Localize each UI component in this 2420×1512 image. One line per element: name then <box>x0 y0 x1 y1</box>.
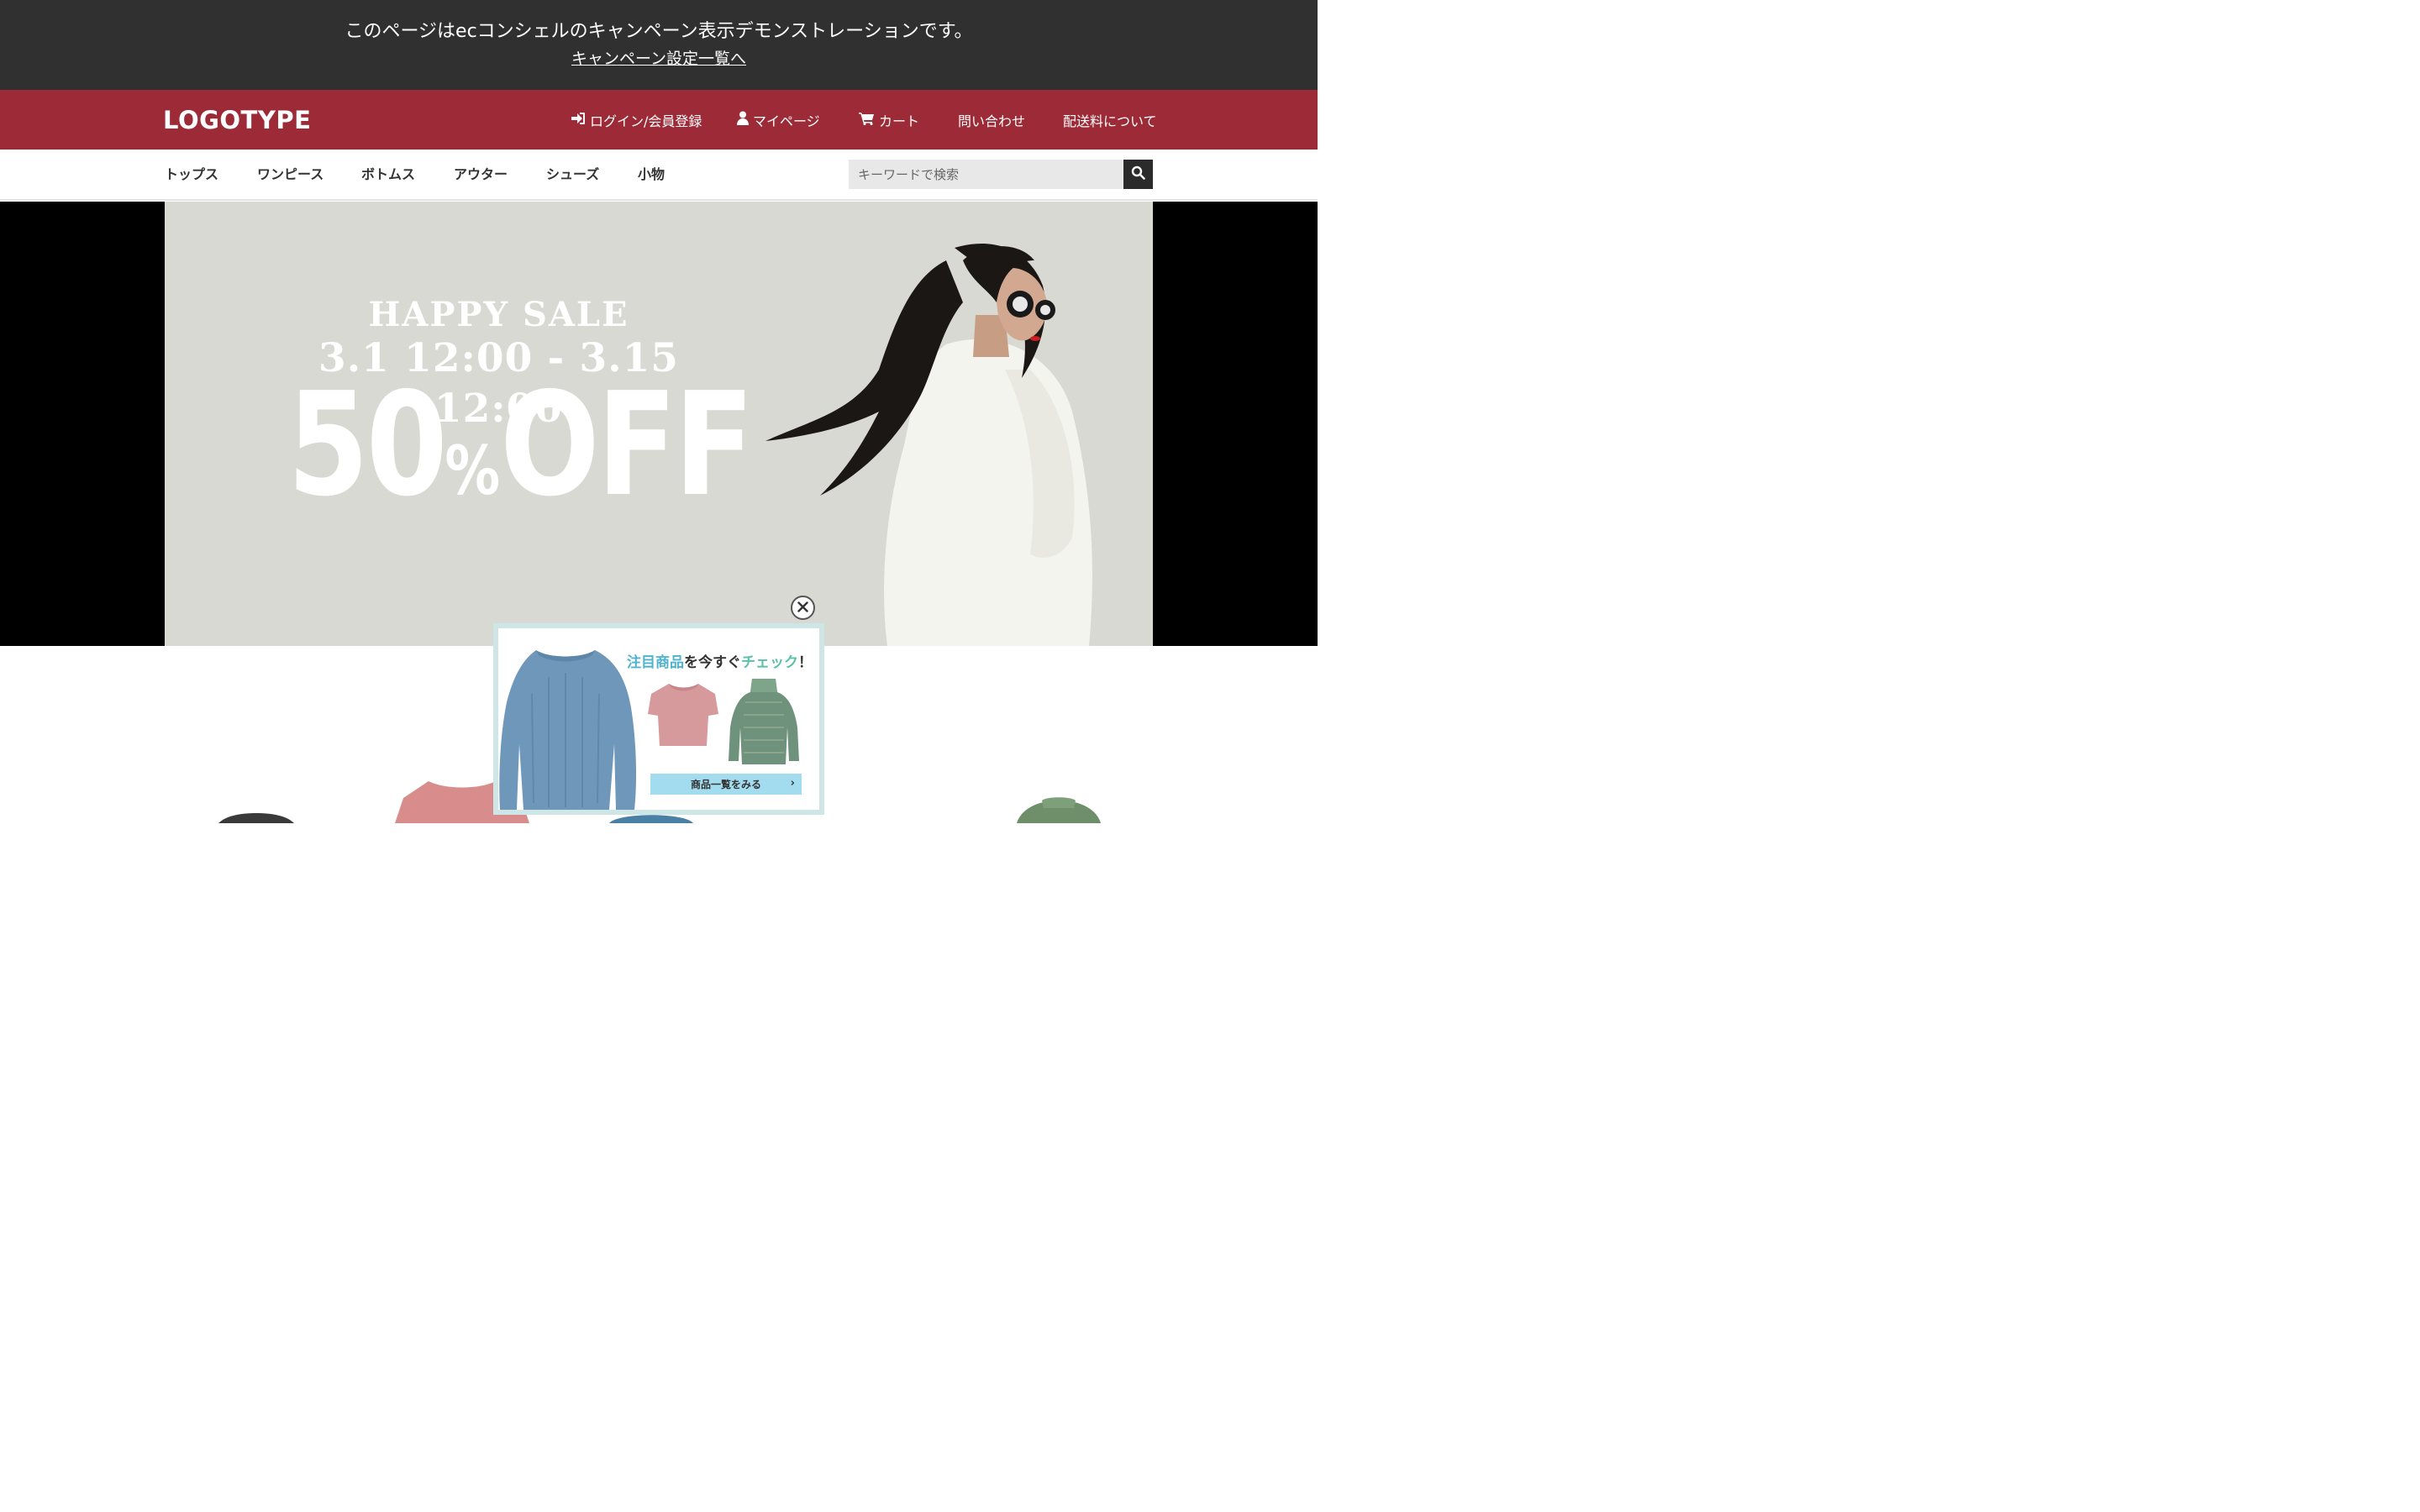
category-tops[interactable]: トップス <box>165 165 218 184</box>
category-accessories[interactable]: 小物 <box>638 165 665 184</box>
hero-banner[interactable]: HAPPY SALE 3.1 12:00 - 3.15 12:00 50%OFF <box>165 202 1153 646</box>
contact-label: 問い合わせ <box>958 113 1026 129</box>
site-logo[interactable]: LOGOTYPE <box>163 104 311 136</box>
hero-discount-number: 50 <box>287 362 448 528</box>
category-onepiece[interactable]: ワンピース <box>257 165 324 184</box>
search-input[interactable] <box>849 160 1123 189</box>
search-button[interactable] <box>1123 160 1153 189</box>
featured-blue-sweater-image[interactable] <box>498 643 641 810</box>
view-products-button[interactable]: 商品一覧をみる › <box>650 774 802 795</box>
popup-close-button[interactable] <box>791 596 815 620</box>
hero-discount-percent: % <box>445 432 501 510</box>
shipping-info-link[interactable]: 配送料について <box>1063 90 1157 150</box>
popup-headline-part2: を今すぐ <box>684 654 741 671</box>
cart-icon <box>859 112 875 129</box>
category-shoes[interactable]: シューズ <box>546 165 599 184</box>
search-icon <box>1131 165 1145 183</box>
featured-pink-tee-image[interactable] <box>648 682 718 746</box>
hero-sale-title: HAPPY SALE <box>368 295 629 334</box>
campaign-settings-link[interactable]: キャンペーン設定一覧へ <box>0 47 1318 71</box>
popup-headline-part3: チェック <box>741 654 798 671</box>
cart-label: カート <box>879 113 920 129</box>
login-register-label: ログイン/会員登録 <box>590 113 702 129</box>
demo-notice-bar: このページはecコンシェルのキャンペーン表示デモンストレーションです。 キャンペ… <box>0 0 1318 90</box>
user-icon <box>737 111 749 129</box>
view-products-label: 商品一覧をみる <box>690 779 761 790</box>
category-outer[interactable]: アウター <box>454 165 508 184</box>
chevron-right-icon: › <box>790 777 795 790</box>
product-thumb-dark-sweater[interactable] <box>210 806 302 823</box>
mypage-label: マイページ <box>753 113 820 129</box>
mypage-link[interactable]: マイページ <box>737 90 820 150</box>
category-nav: トップス ワンピース ボトムス アウター シューズ 小物 <box>0 150 1318 201</box>
featured-green-sweater-image[interactable] <box>729 677 799 764</box>
login-register-link[interactable]: ログイン/会員登録 <box>571 90 702 150</box>
contact-link[interactable]: 問い合わせ <box>958 90 1025 150</box>
hero-discount-word: OFF <box>500 362 754 528</box>
hero-discount: 50%OFF <box>287 374 755 561</box>
popup-headline-part4: ！ <box>798 654 813 671</box>
demo-notice-message: このページはecコンシェルのキャンペーン表示デモンストレーションです。 <box>345 21 973 42</box>
product-thumb-green-sweater[interactable] <box>1008 796 1109 823</box>
sign-in-icon <box>571 112 586 129</box>
popup-headline-part1: 注目商品 <box>627 654 684 671</box>
hero-model-image <box>765 244 1092 646</box>
campaign-popup: 注目商品を今すぐチェック！ 商品一覧をみる › <box>493 623 824 815</box>
shipping-info-label: 配送料について <box>1063 113 1157 129</box>
close-icon <box>797 600 808 616</box>
popup-headline: 注目商品を今すぐチェック！ <box>627 652 813 674</box>
campaign-popup-body: 注目商品を今すぐチェック！ 商品一覧をみる › <box>498 628 819 810</box>
site-header: LOGOTYPE ログイン/会員登録 マイページ カート 問い合わせ 配送料につ… <box>0 90 1318 150</box>
cart-link[interactable]: カート <box>859 90 919 150</box>
category-bottoms[interactable]: ボトムス <box>361 165 415 184</box>
